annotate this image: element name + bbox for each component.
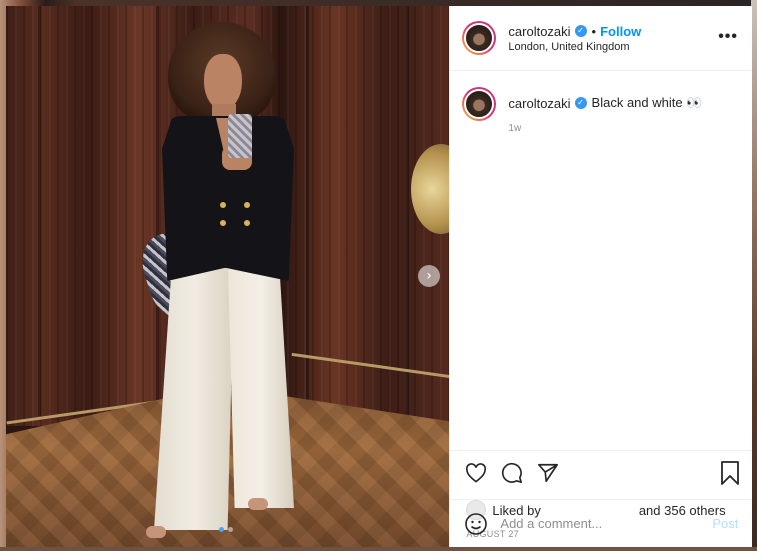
comments-area: caroltozaki ✓ Black and white 👀 1w: [450, 71, 752, 450]
more-horizontal-icon[interactable]: •••: [718, 28, 738, 46]
chevron-right-icon[interactable]: ›: [418, 265, 440, 287]
face: [204, 54, 242, 110]
shoe: [146, 526, 166, 538]
caption-username[interactable]: caroltozaki: [508, 96, 570, 111]
blazer-button: [220, 220, 226, 226]
carousel-dot-active: [219, 527, 224, 532]
blazer-button: [244, 220, 250, 226]
paper-plane-icon[interactable]: [536, 461, 560, 485]
follow-button[interactable]: Follow: [600, 24, 641, 39]
action-bar: [450, 450, 752, 495]
header-text: caroltozaki ✓ • Follow London, United Ki…: [508, 24, 641, 53]
username-link[interactable]: caroltozaki: [508, 24, 570, 39]
caption-body: caroltozaki ✓ Black and white 👀 1w: [508, 95, 702, 134]
post-photo[interactable]: ›: [6, 6, 450, 547]
verified-badge-icon: ✓: [574, 97, 587, 109]
post-header: caroltozaki ✓ • Follow London, United Ki…: [450, 6, 752, 71]
location-link[interactable]: London, United Kingdom: [508, 41, 641, 53]
separator-bullet: •: [591, 23, 597, 39]
backdrop-edge-bottom: [0, 547, 757, 551]
caption-time[interactable]: 1w: [508, 123, 702, 134]
wall-seam: [156, 6, 159, 416]
comment-icon[interactable]: [500, 461, 524, 485]
caption-row: caroltozaki ✓ Black and white 👀 1w: [462, 87, 740, 134]
add-comment-bar: Post: [450, 499, 753, 547]
blazer-button: [220, 202, 226, 208]
comment-input[interactable]: [500, 516, 713, 531]
phone: [228, 114, 252, 158]
verified-badge-icon: ✓: [574, 25, 587, 37]
shoe: [248, 498, 268, 510]
heart-icon[interactable]: [464, 461, 488, 485]
post-modal: › caroltozaki ✓ • Follow London, United …: [6, 6, 753, 547]
wall-seam: [38, 6, 41, 416]
wall-seam: [406, 6, 409, 416]
emoji-icon[interactable]: [464, 512, 488, 536]
carousel-dots: [219, 527, 233, 532]
caption-line: caroltozaki ✓ Black and white 👀: [508, 95, 702, 111]
post-panel: caroltozaki ✓ • Follow London, United Ki…: [449, 6, 753, 547]
blazer-button: [244, 202, 250, 208]
carousel-dot: [228, 527, 233, 532]
story-ring[interactable]: [462, 87, 497, 121]
story-ring[interactable]: [462, 21, 497, 55]
user-line: caroltozaki ✓ • Follow: [508, 24, 641, 39]
post-comment-button[interactable]: Post: [712, 516, 738, 531]
bookmark-icon[interactable]: [720, 461, 740, 490]
caption-text: Black and white 👀: [591, 95, 703, 110]
avatar[interactable]: [464, 23, 495, 53]
avatar[interactable]: [464, 89, 495, 119]
